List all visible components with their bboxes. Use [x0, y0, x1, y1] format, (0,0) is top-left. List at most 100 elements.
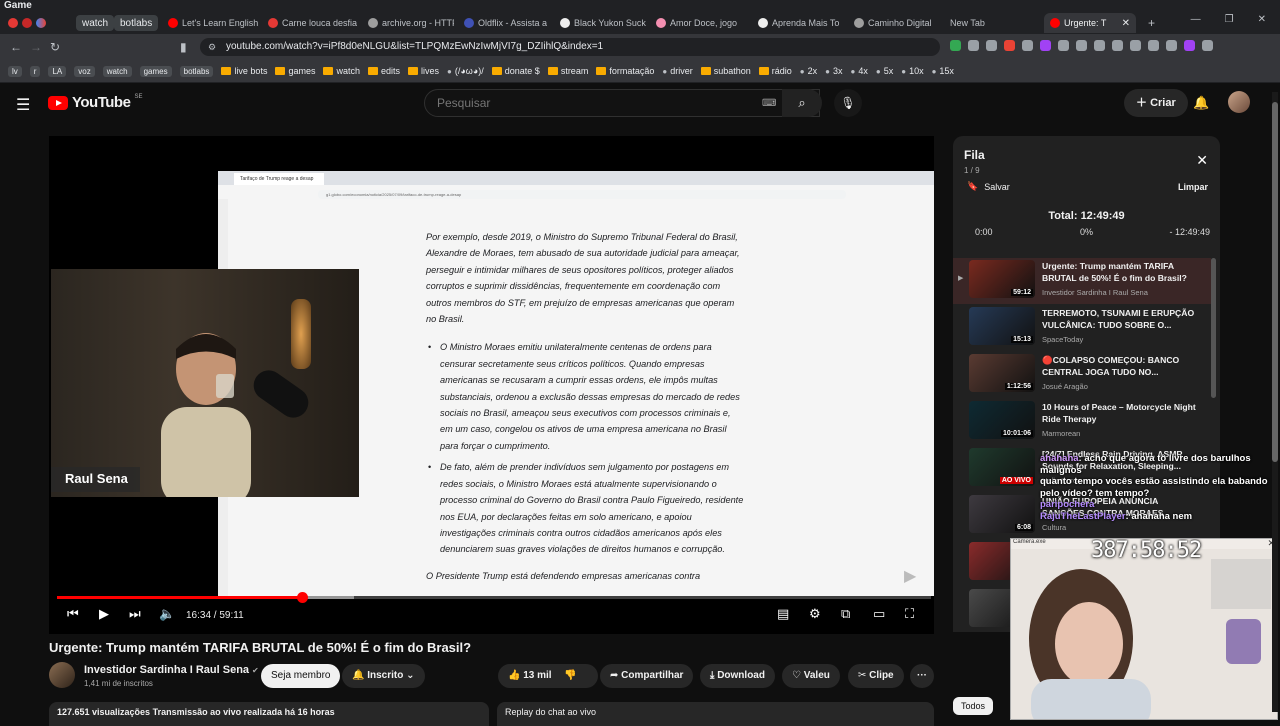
pinned-icons[interactable] — [2, 13, 46, 33]
clip-button[interactable]: ✂ Clipe — [848, 664, 904, 688]
subscribed-button[interactable]: 🔔 Inscrito ⌄ — [342, 664, 425, 688]
keyboard-icon[interactable]: ⌨ — [762, 98, 776, 109]
extension-icon[interactable] — [1166, 40, 1177, 51]
bookmark-item[interactable]: watch — [323, 66, 360, 76]
bookmark-item[interactable]: ● 10x — [901, 66, 923, 76]
extension-icon[interactable] — [1040, 40, 1051, 51]
dislike-button[interactable]: 👎 — [564, 670, 576, 681]
play-icon[interactable]: ▶ — [99, 606, 109, 622]
extension-icon[interactable] — [1130, 40, 1141, 51]
extension-icon[interactable] — [1112, 40, 1123, 51]
back-icon[interactable]: ← — [10, 40, 22, 54]
tab-new-tab[interactable]: New Tab — [944, 13, 1040, 33]
bookmark-item[interactable]: ● driver — [662, 66, 692, 76]
join-button[interactable]: Seja membro — [261, 664, 341, 688]
queue-item[interactable]: ▶ 59:12 Urgente: Trump mantém TARIFA BRUTA… — [953, 258, 1211, 304]
notifications-bell-icon[interactable]: 🔔 — [1193, 95, 1209, 111]
bookmark-item[interactable]: edits — [367, 66, 400, 76]
close-queue-icon[interactable]: ✕ — [1196, 152, 1208, 169]
streamer-webcam-window[interactable]: Camera.exe ✕ 387:58:52 — [1010, 538, 1278, 720]
next-icon[interactable]: ⏭ — [129, 606, 141, 622]
tab-oldflix[interactable]: Oldflix - Assista a — [458, 13, 550, 33]
extension-icon[interactable] — [1004, 40, 1015, 51]
record-icon[interactable] — [22, 18, 32, 28]
bookmark-item[interactable]: botlabs — [179, 65, 214, 77]
site-info-icon[interactable]: ⚙ — [208, 38, 216, 56]
extension-icon[interactable] — [1184, 40, 1195, 51]
create-button[interactable]: ＋ Criar — [1124, 89, 1188, 117]
bookmark-item[interactable]: lives — [408, 66, 439, 76]
app-icon[interactable] — [36, 18, 46, 28]
scrollbar-thumb[interactable] — [1272, 102, 1278, 462]
bookmark-item[interactable]: LA — [48, 65, 67, 77]
queue-item[interactable]: 15:13 TERREMOTO, TSUNAMI E ERUPÇÃO VULCÂN… — [953, 305, 1211, 351]
queue-item[interactable]: 1:12:56 🔴COLAPSO COMEÇOU: BANCO CENTRAL J… — [953, 352, 1211, 398]
queue-item[interactable]: 10:01:06 10 Hours of Peace – Motorcycle N… — [953, 399, 1211, 445]
video-thumbnail[interactable]: 15:13 — [969, 307, 1035, 345]
extension-icon[interactable] — [1058, 40, 1069, 51]
thanks-button[interactable]: ♡ Valeu — [782, 664, 840, 688]
description-box[interactable]: 127.651 visualizações Transmissão ao viv… — [49, 702, 489, 726]
extension-icon[interactable] — [1094, 40, 1105, 51]
filter-chip-all[interactable]: Todos — [953, 697, 994, 715]
pinned-tab-botlabs[interactable]: botlabs — [114, 15, 159, 31]
progress-bar[interactable] — [57, 592, 931, 603]
search-button[interactable]: ⌕ — [782, 89, 822, 117]
tab-archive[interactable]: archive.org - HTTP — [362, 13, 454, 33]
bookmark-item[interactable]: ● 15x — [932, 66, 954, 76]
bookmark-item[interactable]: ● 3x — [825, 66, 842, 76]
bookmark-icon[interactable]: ▮ — [180, 40, 187, 54]
more-actions-button[interactable]: ··· — [910, 664, 934, 688]
fullscreen-icon[interactable]: ⛶ — [905, 606, 914, 622]
tab-lets-learn[interactable]: Let's Learn English — [162, 13, 258, 33]
extension-icon[interactable] — [1022, 40, 1033, 51]
extension-icon[interactable] — [968, 40, 979, 51]
video-thumbnail[interactable]: 10:01:06 — [969, 401, 1035, 439]
pinned-tab-watch[interactable]: watch — [76, 15, 115, 31]
url-field[interactable]: ⚙ youtube.com/watch?v=iPf8d0eNLGU&list=T… — [200, 38, 940, 56]
miniplayer-icon[interactable]: ⧉ — [841, 606, 850, 622]
bookmark-item[interactable]: subathon — [700, 66, 751, 76]
search-box[interactable] — [424, 89, 820, 117]
close-tab-icon[interactable]: ✕ — [1122, 18, 1130, 29]
extension-icon[interactable] — [1076, 40, 1087, 51]
tab-aprenda[interactable]: Aprenda Mais To — [752, 13, 844, 33]
subtitles-icon[interactable]: ▤ — [777, 606, 789, 622]
bookmark-item[interactable]: r — [29, 65, 41, 77]
video-thumbnail[interactable]: 1:12:56 — [969, 354, 1035, 392]
volume-icon[interactable]: 🔈 — [159, 606, 175, 622]
bookmark-item[interactable]: games — [275, 66, 315, 76]
queue-scrollbar[interactable] — [1211, 258, 1216, 398]
bookmark-item[interactable]: formatação — [596, 66, 654, 76]
bookmark-item[interactable]: ● 2x — [800, 66, 817, 76]
record-icon[interactable] — [8, 18, 18, 28]
account-avatar[interactable] — [1228, 91, 1250, 113]
clear-queue-button[interactable]: Limpar — [1178, 182, 1208, 192]
search-input[interactable] — [435, 95, 739, 111]
tab-amor-doce[interactable]: Amor Doce, jogo — [650, 13, 742, 33]
video-thumbnail[interactable]: 6:08 — [969, 495, 1035, 533]
bookmark-item[interactable]: lv — [8, 65, 22, 77]
save-queue-button[interactable]: 🔖 Salvar — [967, 181, 1010, 192]
tab-caminho[interactable]: Caminho Digital — [848, 13, 940, 33]
download-button[interactable]: ⤓ Download — [700, 664, 775, 688]
bookmark-item[interactable]: ● 5x — [876, 66, 893, 76]
reload-icon[interactable]: ↻ — [50, 40, 60, 54]
bookmark-item[interactable]: stream — [547, 66, 588, 76]
channel-watermark-icon[interactable]: ▶ — [904, 566, 930, 586]
bookmark-item[interactable]: ● (/◕ω◕)/ — [447, 66, 484, 76]
minimize-icon[interactable]: — — [1191, 14, 1201, 25]
bookmark-item[interactable]: voz — [74, 65, 95, 77]
bookmark-item[interactable]: donate $ — [491, 66, 540, 76]
channel-avatar[interactable] — [49, 662, 75, 688]
page-scrollbar[interactable] — [1272, 92, 1278, 712]
new-tab-button[interactable]: + — [1142, 13, 1162, 33]
bookmark-item[interactable]: live bots — [221, 66, 267, 76]
bookmark-item[interactable]: games — [139, 65, 172, 77]
extension-icon[interactable] — [1202, 40, 1213, 51]
extension-icon[interactable] — [986, 40, 997, 51]
maximize-icon[interactable]: ❐ — [1225, 14, 1234, 25]
close-window-icon[interactable]: ✕ — [1258, 14, 1266, 25]
extension-icon[interactable] — [950, 40, 961, 51]
tab-carne[interactable]: Carne louca desfia — [262, 13, 358, 33]
